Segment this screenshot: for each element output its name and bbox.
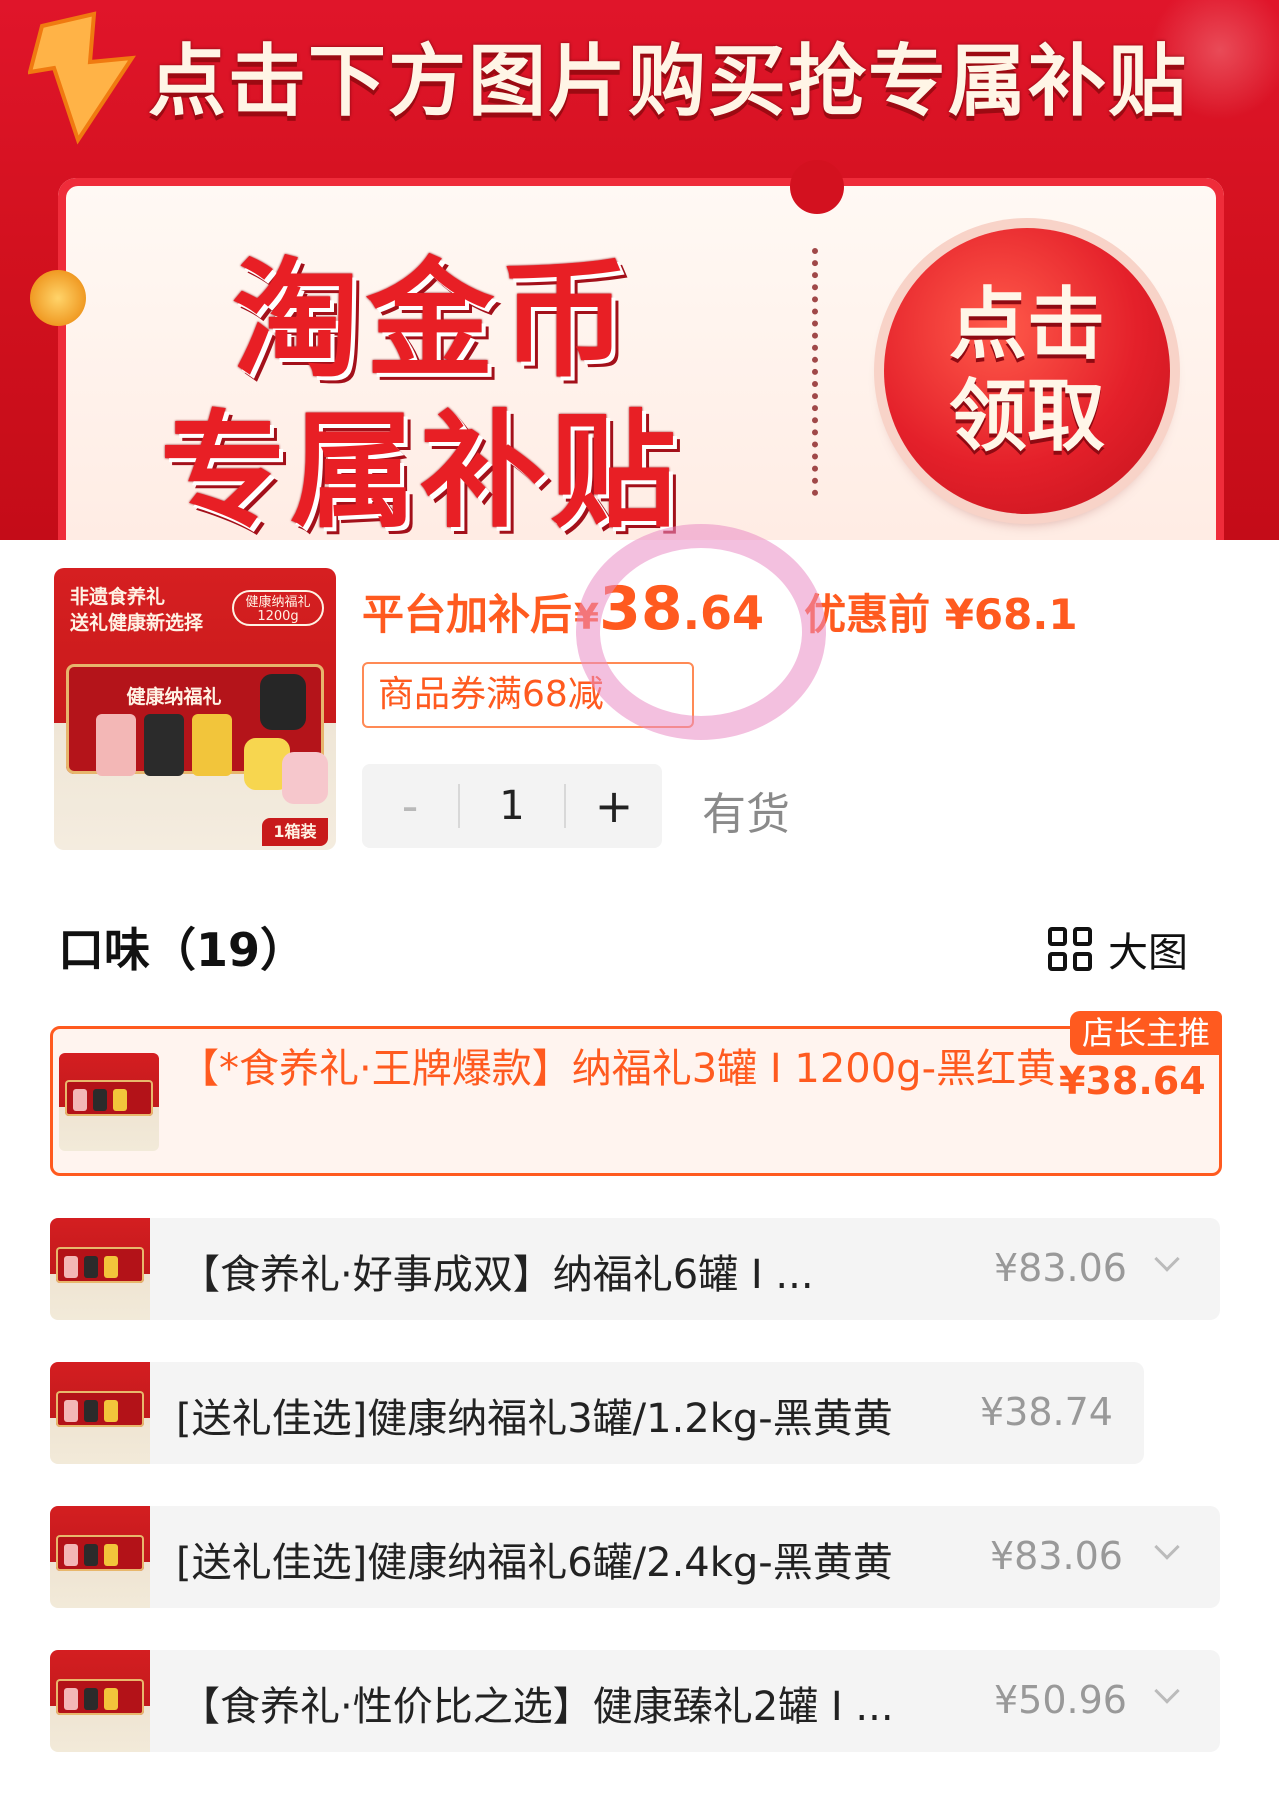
flavor-option-price: ¥38.74 — [980, 1390, 1113, 1434]
mini-jar — [64, 1544, 78, 1566]
flavor-option[interactable]: 【*食养礼·王牌爆款】纳福礼3罐 I 1200g-黑红黄 ¥38.64 店长主推 — [50, 1011, 1222, 1176]
claim-button-line-2: 领取 — [948, 372, 1105, 462]
thumb-qty-label: 1箱装 — [262, 818, 328, 846]
flavor-option-name: 【食养礼·好事成双】纳福礼6罐 I ... — [180, 1252, 814, 1298]
flavor-option-price: ¥38.64 — [1059, 1059, 1206, 1103]
mini-jar — [73, 1089, 87, 1111]
flavor-option-name: [送礼佳选]健康纳福礼3罐/1.2kg-黑黄黄 — [176, 1396, 893, 1442]
product-image[interactable]: 非遗食养礼 送礼健康新选择 健康纳福礼 1200g 健康纳福礼 1箱装 — [54, 568, 336, 850]
flavor-option-thumbnail — [50, 1362, 150, 1464]
banner-big-subtitle: 专属补贴 — [160, 398, 680, 540]
flavor-option[interactable]: 【食养礼·性价比之选】健康臻礼2罐 I ... ¥50.96 — [50, 1650, 1220, 1752]
jar-black — [144, 714, 184, 776]
claim-button-line-1: 点击 — [948, 280, 1105, 370]
jar-pink-large — [282, 752, 328, 804]
jar-yellow — [192, 714, 232, 776]
mini-jar — [113, 1089, 127, 1111]
flavor-section-title: 口味（19） — [58, 923, 307, 977]
mini-jar — [84, 1256, 98, 1278]
flavor-option-name: 【食养礼·性价比之选】健康臻礼2罐 I ... — [180, 1684, 894, 1730]
mini-jar — [104, 1688, 118, 1710]
flavor-option-price: ¥50.96 — [994, 1678, 1127, 1722]
mini-jar — [64, 1688, 78, 1710]
mini-jar — [64, 1400, 78, 1422]
jar-black-large — [260, 674, 306, 730]
flavor-option-thumbnail — [59, 1053, 159, 1151]
banner-headline: 点击下方图片购买抢专属补贴 — [148, 37, 1189, 127]
flavor-option-thumbnail — [50, 1218, 150, 1320]
jar-pink — [96, 714, 136, 776]
chevron-down-icon[interactable] — [1154, 1678, 1180, 1704]
decrease-button[interactable]: - — [362, 779, 458, 833]
arrow-down-icon — [28, 11, 136, 145]
thumb-line-1: 非遗食养礼 — [70, 586, 166, 608]
flavor-option-thumbnail — [50, 1506, 150, 1608]
original-price: 优惠前 ¥68.1 — [804, 590, 1078, 639]
ticket-divider — [812, 248, 818, 496]
quantity-stepper: - 1 + — [362, 764, 662, 848]
flavor-option-price: ¥83.06 — [994, 1246, 1127, 1290]
thumb-tag-weight: 1200g — [257, 609, 299, 624]
price-label: 平台加补后 — [362, 590, 573, 639]
flavor-option-price: ¥83.06 — [990, 1534, 1123, 1578]
highlight-circle-annotation — [576, 524, 826, 740]
chevron-down-icon[interactable] — [1154, 1246, 1180, 1272]
thumb-tag: 健康纳福礼 1200g — [232, 590, 324, 626]
recommended-badge: 店长主推 — [1069, 1011, 1222, 1055]
flavor-option-thumbnail — [50, 1650, 150, 1752]
mini-jar — [84, 1688, 98, 1710]
thumb-box-title: 健康纳福礼 — [126, 686, 222, 708]
mini-jar — [64, 1256, 78, 1278]
ticket-notch — [790, 160, 844, 214]
mini-jar — [104, 1544, 118, 1566]
mini-jar — [104, 1400, 118, 1422]
grid-icon — [1048, 927, 1092, 971]
large-view-label: 大图 — [1108, 930, 1188, 976]
flavor-option-name: 【*食养礼·王牌爆款】纳福礼3罐 I 1200g-黑红黄 — [179, 1046, 1057, 1092]
stock-status: 有货 — [702, 789, 790, 840]
thumb-line-2: 送礼健康新选择 — [70, 612, 204, 634]
chevron-down-icon[interactable] — [1154, 1534, 1180, 1560]
quantity-value[interactable]: 1 — [458, 784, 566, 828]
subsidy-banner[interactable]: 点击下方图片购买抢专属补贴 淘金币 专属补贴 点击 领取 — [0, 0, 1279, 540]
claim-button[interactable]: 点击 领取 — [884, 228, 1170, 514]
mini-jar — [104, 1256, 118, 1278]
flavor-option-name: [送礼佳选]健康纳福礼6罐/2.4kg-黑黄黄 — [176, 1540, 893, 1586]
flavor-option[interactable]: 【食养礼·好事成双】纳福礼6罐 I ... ¥83.06 — [50, 1218, 1220, 1320]
mini-jar — [84, 1400, 98, 1422]
mini-jar — [84, 1544, 98, 1566]
thumb-tag-name: 健康纳福礼 — [245, 595, 311, 610]
increase-button[interactable]: + — [566, 779, 662, 833]
large-view-toggle[interactable]: 大图 — [1048, 920, 1188, 978]
mini-jar — [93, 1089, 107, 1111]
flavor-option[interactable]: [送礼佳选]健康纳福礼3罐/1.2kg-黑黄黄 ¥38.74 — [50, 1362, 1144, 1464]
gold-coin-icon — [30, 270, 86, 326]
flavor-option[interactable]: [送礼佳选]健康纳福礼6罐/2.4kg-黑黄黄 ¥83.06 — [50, 1506, 1220, 1608]
